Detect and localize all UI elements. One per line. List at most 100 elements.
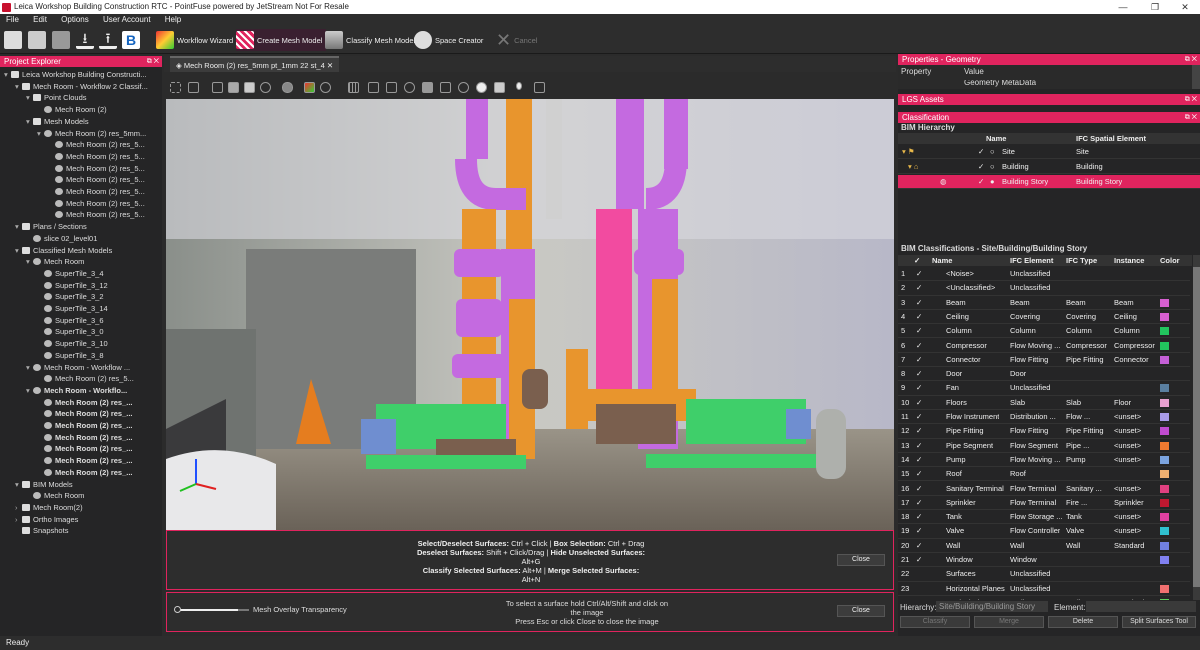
color-swatch[interactable] — [1160, 556, 1169, 564]
panel-pin-icon[interactable]: ⧉ ✕ — [147, 56, 159, 67]
cloud-icon[interactable] — [282, 82, 293, 93]
tree-item[interactable]: Mech Room (2) res_5... — [48, 186, 145, 198]
color-swatch[interactable] — [1160, 455, 1169, 464]
tree-item[interactable]: Mech Room (2) res_5... — [48, 151, 145, 163]
color-swatch[interactable] — [1160, 584, 1169, 593]
tree-item[interactable]: Mech Room — [26, 490, 84, 502]
export-button[interactable]: ⭱ — [99, 29, 120, 51]
tree-expand-icon[interactable]: ▾ — [26, 385, 33, 397]
classification-row[interactable]: 13 ✓ Pipe Segment Flow Segment Pipe ... <unse… — [898, 439, 1190, 453]
tree-item[interactable]: ▾ Mesh Models — [26, 116, 89, 128]
tree-item[interactable]: slice 02_level01 — [26, 233, 97, 245]
split-surfaces-button[interactable]: Split Surfaces Tool — [1122, 616, 1196, 628]
tree-item[interactable]: Mech Room (2) res_5... — [48, 209, 145, 221]
row-check[interactable]: ✓ — [916, 310, 922, 324]
tree-expand-icon[interactable]: ▾ — [4, 69, 11, 81]
tree-item[interactable]: ▾ Mech Room - Workflow 2 Classif... — [15, 81, 148, 93]
classification-row[interactable]: 23 Horizontal Planes Unclassified — [898, 582, 1190, 596]
row-check[interactable]: ✓ — [916, 381, 922, 395]
classification-row[interactable]: 11 ✓ Flow Instrument Distribution ... Flow .… — [898, 410, 1190, 425]
tree-expand-icon[interactable]: ▾ — [37, 128, 44, 140]
color-swatch[interactable] — [1160, 541, 1169, 550]
properties-scrollbar[interactable] — [1192, 65, 1200, 89]
color-swatch[interactable] — [1160, 484, 1169, 493]
minimize-button[interactable]: — — [1108, 0, 1138, 14]
pin-icon[interactable] — [516, 82, 522, 90]
tree-item[interactable]: Mech Room (2) res_... — [37, 397, 133, 409]
camera-icon[interactable] — [534, 82, 545, 93]
classification-row[interactable]: 8 ✓ Door Door — [898, 367, 1190, 382]
overlay-close-button[interactable]: Close — [837, 605, 885, 617]
tab-mech-room[interactable]: ◈ Mech Room (2) res_5mm pt_1mm 22 st_4 ✕ — [170, 56, 340, 72]
classifications-scrollbar[interactable] — [1193, 255, 1200, 600]
row-check[interactable]: ✓ — [916, 482, 922, 496]
classification-row[interactable]: 20 ✓ Wall Wall Wall Standard — [898, 539, 1190, 553]
row-check[interactable]: ✓ — [916, 410, 922, 424]
tab-close-icon[interactable]: ✕ — [327, 61, 333, 70]
row-check[interactable]: ✓ — [916, 267, 922, 281]
tree-expand-icon[interactable]: ▾ — [15, 81, 22, 93]
tree-item[interactable]: ▾ Classified Mesh Models — [15, 245, 112, 257]
classification-row[interactable]: 3 ✓ Beam Beam Beam Beam — [898, 296, 1190, 310]
row-check[interactable]: ✓ — [916, 424, 922, 438]
classification-pin-icon[interactable]: ⧉ ✕ — [1185, 112, 1197, 123]
tree-expand-icon[interactable]: ▾ — [26, 116, 33, 128]
tree-expand-icon[interactable]: ▾ — [26, 362, 33, 374]
measure-icon[interactable] — [440, 82, 451, 93]
classification-row[interactable]: 17 ✓ Sprinkler Flow Terminal Fire ... Sprinkl… — [898, 496, 1190, 511]
classification-row[interactable]: 14 ✓ Pump Flow Moving ... Pump <unset> — [898, 453, 1190, 468]
row-check[interactable]: ✓ — [916, 439, 922, 453]
row-check[interactable]: ✓ — [916, 467, 922, 481]
grid-icon[interactable] — [348, 82, 359, 93]
tree-item[interactable]: ▾ Mech Room — [26, 256, 84, 268]
tree-expand-icon[interactable]: › — [15, 502, 22, 514]
target-icon[interactable] — [458, 82, 469, 93]
classification-row[interactable]: 16 ✓ Sanitary Terminal Flow Terminal Sanitar… — [898, 482, 1190, 496]
tree-item[interactable]: › Ortho Images — [15, 514, 78, 526]
scroll-thumb[interactable] — [1193, 267, 1200, 587]
image-icon[interactable] — [494, 82, 505, 93]
transparency-slider[interactable] — [174, 606, 249, 613]
tree-item[interactable]: Mech Room (2) res_... — [37, 467, 133, 479]
hierarchy-input[interactable]: Site/Building/Building Story — [936, 601, 1048, 612]
shutter-icon[interactable] — [476, 82, 487, 93]
tree-item[interactable]: › Mech Room(2) — [15, 502, 83, 514]
classify-button[interactable]: Classify — [900, 616, 970, 628]
tree-expand-icon[interactable]: ▾ — [15, 479, 22, 491]
color-swatch[interactable] — [1160, 312, 1169, 321]
tree-item[interactable]: SuperTile_3_14 — [37, 303, 108, 315]
tree-expand-icon[interactable]: ▾ — [15, 245, 22, 257]
sphere-icon[interactable] — [404, 82, 415, 93]
classification-row[interactable]: 12 ✓ Pipe Fitting Flow Fitting Pipe Fitting <… — [898, 424, 1190, 439]
tree-item[interactable]: Mech Room (2) res_... — [37, 455, 133, 467]
tree-item[interactable]: ▾ BIM Models — [15, 479, 73, 491]
menu-options[interactable]: Options — [61, 15, 89, 24]
fan-icon[interactable] — [320, 82, 331, 93]
box-select-icon[interactable] — [170, 82, 181, 93]
tree-item[interactable]: SuperTile_3_8 — [37, 350, 104, 362]
maximize-button[interactable]: ❐ — [1140, 0, 1170, 14]
classification-row[interactable]: 18 ✓ Tank Flow Storage ... Tank <unset> — [898, 510, 1190, 525]
hierarchy-row-building[interactable]: ▾ ⌂ ✓ ○ Building Building — [898, 160, 1200, 175]
classification-row[interactable]: 6 ✓ Compressor Flow Moving ... Compressor Com… — [898, 339, 1190, 353]
tree-item[interactable]: Mech Room (2) res_5... — [48, 163, 145, 175]
tree-item[interactable]: SuperTile_3_12 — [37, 280, 108, 292]
classification-row[interactable]: 19 ✓ Valve Flow Controller Valve <unset> — [898, 524, 1190, 539]
color-swatch[interactable] — [1160, 398, 1169, 407]
3d-viewport[interactable] — [166, 99, 894, 530]
cube-front-icon[interactable] — [212, 82, 223, 93]
color-swatch[interactable] — [1160, 470, 1169, 479]
element-input[interactable] — [1086, 601, 1196, 612]
row-check[interactable]: ✓ — [916, 553, 922, 567]
tree-item[interactable]: Snapshots — [15, 525, 68, 537]
color-swatch[interactable] — [1160, 527, 1169, 536]
tree-expand-icon[interactable]: ▾ — [26, 256, 33, 268]
open-project-button[interactable] — [28, 29, 49, 51]
menu-file[interactable]: File — [6, 15, 19, 24]
cancel-button[interactable]: ✕ Cancel — [496, 29, 537, 51]
classification-row[interactable]: 4 ✓ Ceiling Covering Covering Ceiling — [898, 310, 1190, 325]
import-button[interactable]: ⭳ — [76, 29, 97, 51]
space-creator-button[interactable]: Space Creator — [414, 29, 483, 51]
building-check[interactable]: ✓ — [978, 160, 984, 174]
row-check[interactable]: ✓ — [916, 353, 922, 367]
